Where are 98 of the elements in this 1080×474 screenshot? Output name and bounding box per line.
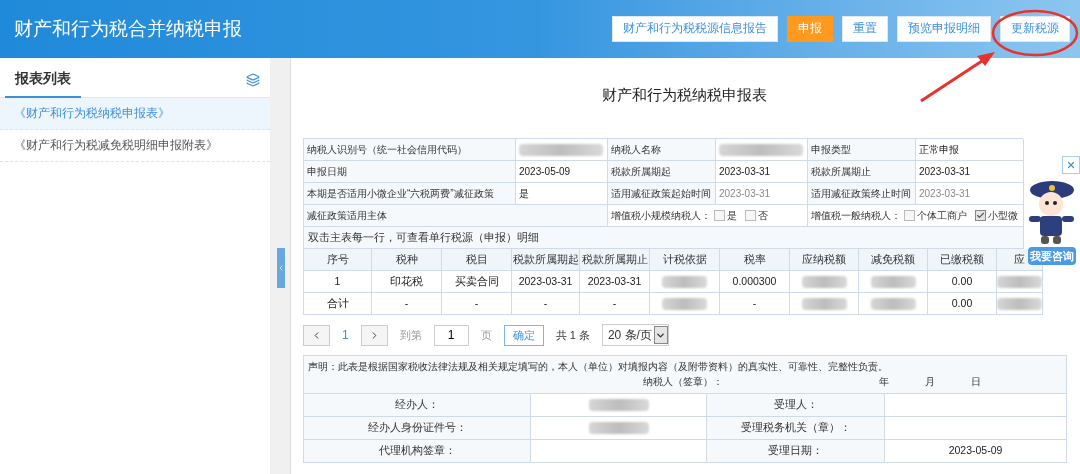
redacted-blur (870, 275, 916, 288)
column-header: 已缴税额 (940, 251, 984, 267)
checkbox[interactable] (904, 210, 915, 221)
field-label: 纳税人名称 (611, 143, 661, 157)
field-value: 正常申报 (919, 143, 959, 157)
table-cell-text: 2023-03-31 (518, 273, 573, 289)
table-cell-text: - (752, 295, 757, 311)
column-header: 税种 (395, 251, 418, 267)
page-size-select[interactable]: 20 条/页 (601, 324, 669, 346)
field-label: 增值税一般纳税人： (811, 209, 901, 223)
column-header: 计税依据 (662, 251, 707, 267)
table-cell-text: - (612, 295, 617, 311)
field-label: 受理人： (773, 397, 818, 413)
chevron-left-icon (277, 264, 285, 272)
collapse-button[interactable] (277, 248, 285, 288)
field-value: 2023-05-09 (948, 443, 1003, 459)
date-year: 年 (879, 375, 889, 389)
field-value: 2023-03-31 (719, 187, 771, 201)
field-label: 申报日期 (307, 165, 347, 179)
field-label: 纳税人识别号（统一社会信用代码） (307, 143, 467, 157)
table-cell-text: 2023-03-31 (587, 273, 642, 289)
field-label: 税款所属期止 (811, 165, 871, 179)
table-cell-text: 0.00 (951, 295, 973, 311)
header-button[interactable]: 申报 (787, 16, 833, 42)
close-button[interactable] (1062, 156, 1080, 174)
column-header: 减免税额 (871, 251, 915, 267)
checkbox[interactable] (975, 210, 986, 221)
field-label: 受理日期： (768, 443, 823, 459)
checkbox-label: 小型微 (988, 209, 1018, 223)
header-button[interactable]: 更新税源 (1000, 16, 1070, 42)
table-cell-text: - (474, 295, 479, 311)
page-unit: 页 (480, 327, 492, 343)
redacted-blur (997, 275, 1042, 288)
column-header: 应纳税额 (802, 251, 846, 267)
table-cell-text: 1 (334, 273, 341, 289)
goto-label: 到第 (399, 327, 422, 343)
column-header: 序号 (326, 251, 349, 267)
declaration-text: 声明：此表是根据国家税收法律法规及相关规定填写的，本人（单位）对填报内容（及附带资料）的真实性、可靠性、完整性负责。 (308, 360, 889, 374)
field-value: 2023-03-31 (919, 165, 971, 179)
field-value: 2023-03-31 (919, 187, 971, 201)
signature-label: 纳税人（签章）： (643, 375, 723, 389)
close-icon (1066, 160, 1076, 170)
checkbox[interactable] (745, 210, 756, 221)
sidebar-item[interactable]: 《财产和行为税纳税申报表》 (0, 98, 270, 130)
field-label: 代理机构签章： (378, 443, 456, 459)
consult-button[interactable]: 我要咨询 (1028, 247, 1076, 265)
column-header: 税款所属期起 (512, 251, 579, 267)
field-value: 2023-03-31 (719, 165, 771, 179)
redacted-blur (588, 399, 649, 411)
field-label: 申报类型 (811, 143, 851, 157)
column-header: 税率 (743, 251, 766, 267)
field-label: 经办人身份证件号： (367, 420, 467, 436)
form-title: 财产和行为税纳税申报表 (602, 86, 767, 106)
checkbox-label: 否 (758, 209, 768, 223)
total-count: 共 1 条 (555, 327, 590, 343)
next-page-button[interactable] (360, 324, 388, 346)
table-cell-text: 0.00 (951, 273, 973, 289)
redacted-blur (662, 275, 707, 288)
column-header: 应 (1014, 251, 1025, 267)
date-day: 日 (971, 374, 981, 389)
column-header: 税款所属期止 (581, 251, 648, 267)
table-cell-text: 0.000300 (732, 273, 777, 289)
table-cell-text: - (404, 295, 409, 311)
checkbox-label: 个体工商户 (917, 209, 967, 223)
redacted-blur (870, 297, 916, 310)
field-label: 适用减征政策终止时间 (811, 187, 911, 201)
table-cell-text: 印花税 (390, 273, 423, 289)
current-page[interactable]: 1 (342, 326, 349, 344)
header-button[interactable]: 重置 (842, 16, 888, 42)
table-cell-text: 合计 (326, 295, 349, 311)
page-input[interactable]: 1 (433, 324, 469, 346)
field-value: 2023-05-09 (519, 165, 571, 179)
field-label: 增值税小规模纳税人： (611, 209, 711, 223)
confirm-button[interactable]: 确定 (503, 324, 544, 346)
field-label: 税款所属期起 (611, 165, 671, 179)
field-value: 是 (519, 187, 529, 201)
field-label: 减征政策适用主体 (307, 209, 387, 223)
hint-text: 双击主表每一行，可查看单行税源（申报）明细 (308, 229, 539, 245)
column-header: 税目 (465, 251, 488, 267)
redacted-blur (801, 275, 847, 288)
table-cell-text: 买卖合同 (454, 273, 499, 289)
redacted-blur (801, 297, 847, 310)
checkbox[interactable] (714, 210, 725, 221)
redacted-blur (588, 422, 649, 434)
date-month: 月 (925, 375, 935, 389)
field-label: 本期是否适用小微企业“六税两费”减征政策 (307, 187, 494, 201)
field-label: 适用减征政策起始时间 (611, 187, 711, 201)
field-label: 经办人： (395, 397, 439, 413)
field-label: 受理税务机关（章）： (740, 420, 851, 436)
header-button[interactable]: 财产和行为税税源信息报告 (612, 16, 778, 42)
checkbox-label: 是 (727, 209, 737, 223)
redacted-blur (997, 297, 1042, 310)
table-cell-text: - (543, 295, 548, 311)
redacted-blur (662, 297, 707, 310)
layers-icon[interactable] (246, 73, 260, 87)
prev-page-button[interactable] (303, 324, 330, 346)
app-title: 财产和行为税合并纳税申报 (14, 16, 242, 41)
header-button[interactable]: 预览申报明细 (897, 16, 991, 42)
